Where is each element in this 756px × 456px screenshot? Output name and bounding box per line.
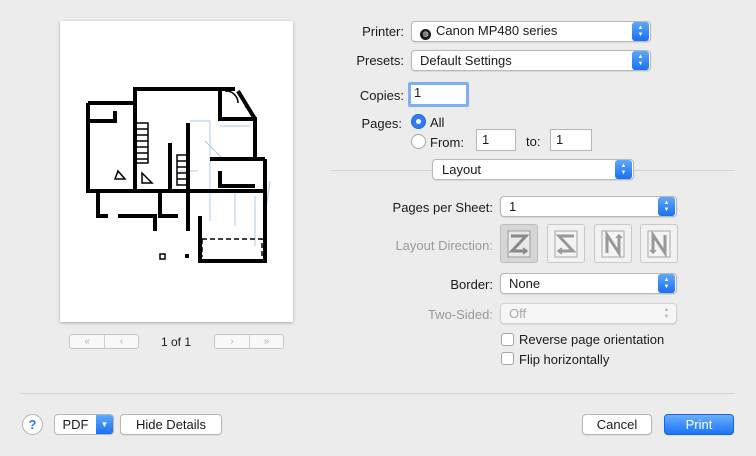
presets-value: Default Settings bbox=[420, 53, 512, 68]
chevron-updown-icon: ▲ ▼ bbox=[632, 51, 649, 70]
pages-all-label: All bbox=[430, 115, 445, 130]
printer-select[interactable]: ◍ Canon MP480 series ▲ ▼ bbox=[411, 21, 651, 42]
pages-from-label: From: bbox=[430, 135, 464, 150]
pages-from-input[interactable]: 1 bbox=[476, 129, 516, 151]
next-page-button[interactable]: › bbox=[215, 335, 249, 348]
hide-details-button[interactable]: Hide Details bbox=[120, 414, 222, 435]
border-value: None bbox=[509, 276, 541, 291]
two-sided-label: Two-Sided: bbox=[427, 307, 493, 322]
print-button[interactable]: Print bbox=[664, 414, 734, 435]
layout-direction-label: Layout Direction: bbox=[395, 238, 493, 253]
preview-nav-forward: › » bbox=[214, 334, 284, 349]
pages-per-sheet-select[interactable]: 1 ▲ ▼ bbox=[500, 196, 677, 217]
cancel-button[interactable]: Cancel bbox=[582, 414, 652, 435]
section-select[interactable]: Layout ▲ ▼ bbox=[432, 159, 634, 180]
border-select[interactable]: None ▲ ▼ bbox=[500, 273, 677, 294]
pdf-menu-button[interactable]: PDF ▼ bbox=[54, 414, 114, 435]
pages-all-radio[interactable] bbox=[411, 114, 426, 129]
layout-direction-s-button[interactable] bbox=[547, 224, 585, 263]
page-preview bbox=[60, 21, 293, 322]
page-indicator: 1 of 1 bbox=[160, 335, 192, 349]
two-sided-value: Off bbox=[509, 306, 527, 321]
section-value: Layout bbox=[442, 162, 482, 177]
printer-value: Canon MP480 series bbox=[436, 23, 558, 38]
chevron-updown-icon: ▲ ▼ bbox=[658, 274, 675, 293]
copies-input[interactable]: 1 bbox=[408, 82, 469, 107]
two-sided-select: Off ▲ ▼ bbox=[500, 303, 677, 324]
layout-s-icon bbox=[554, 230, 578, 257]
printer-status-icon: ◍ bbox=[420, 29, 431, 40]
pdf-label: PDF bbox=[62, 417, 89, 432]
chevron-updown-icon: ▲ ▼ bbox=[658, 197, 675, 216]
presets-label: Presets: bbox=[356, 53, 404, 68]
layout-n-icon bbox=[601, 229, 625, 258]
chevron-updown-icon: ▲ ▼ bbox=[663, 306, 670, 320]
preview-nav-back: « ‹ bbox=[69, 334, 139, 349]
flip-horizontally-label: Flip horizontally bbox=[519, 352, 610, 367]
copies-label: Copies: bbox=[359, 88, 404, 103]
presets-select[interactable]: Default Settings ▲ ▼ bbox=[411, 50, 651, 71]
pages-label: Pages: bbox=[361, 116, 402, 131]
pages-range-radio[interactable] bbox=[411, 134, 426, 149]
layout-direction-n-mirror-button[interactable] bbox=[640, 224, 678, 263]
border-label: Border: bbox=[450, 277, 493, 292]
layout-direction-z-button[interactable] bbox=[500, 224, 538, 263]
pages-to-input[interactable]: 1 bbox=[550, 129, 592, 151]
chevron-updown-icon: ▲ ▼ bbox=[615, 160, 632, 179]
chevron-down-icon: ▼ bbox=[96, 415, 113, 434]
chevron-updown-icon: ▲ ▼ bbox=[632, 22, 649, 41]
flip-horizontally-checkbox[interactable] bbox=[501, 352, 514, 365]
footer-separator bbox=[20, 393, 734, 394]
reverse-orientation-checkbox[interactable] bbox=[501, 333, 514, 346]
printer-label: Printer: bbox=[362, 24, 404, 39]
first-page-button[interactable]: « bbox=[70, 335, 104, 348]
pages-per-sheet-label: Pages per Sheet: bbox=[392, 200, 493, 215]
last-page-button[interactable]: » bbox=[249, 335, 283, 348]
previous-page-button[interactable]: ‹ bbox=[104, 335, 138, 348]
reverse-orientation-label: Reverse page orientation bbox=[519, 332, 665, 347]
layout-z-icon bbox=[507, 230, 531, 257]
layout-n-mirror-icon bbox=[647, 229, 671, 258]
pages-to-label: to: bbox=[526, 134, 541, 149]
layout-direction-n-button[interactable] bbox=[594, 224, 632, 263]
help-button[interactable]: ? bbox=[22, 414, 43, 435]
floor-plan-preview-image bbox=[86, 87, 271, 263]
pages-per-sheet-value: 1 bbox=[509, 199, 517, 214]
